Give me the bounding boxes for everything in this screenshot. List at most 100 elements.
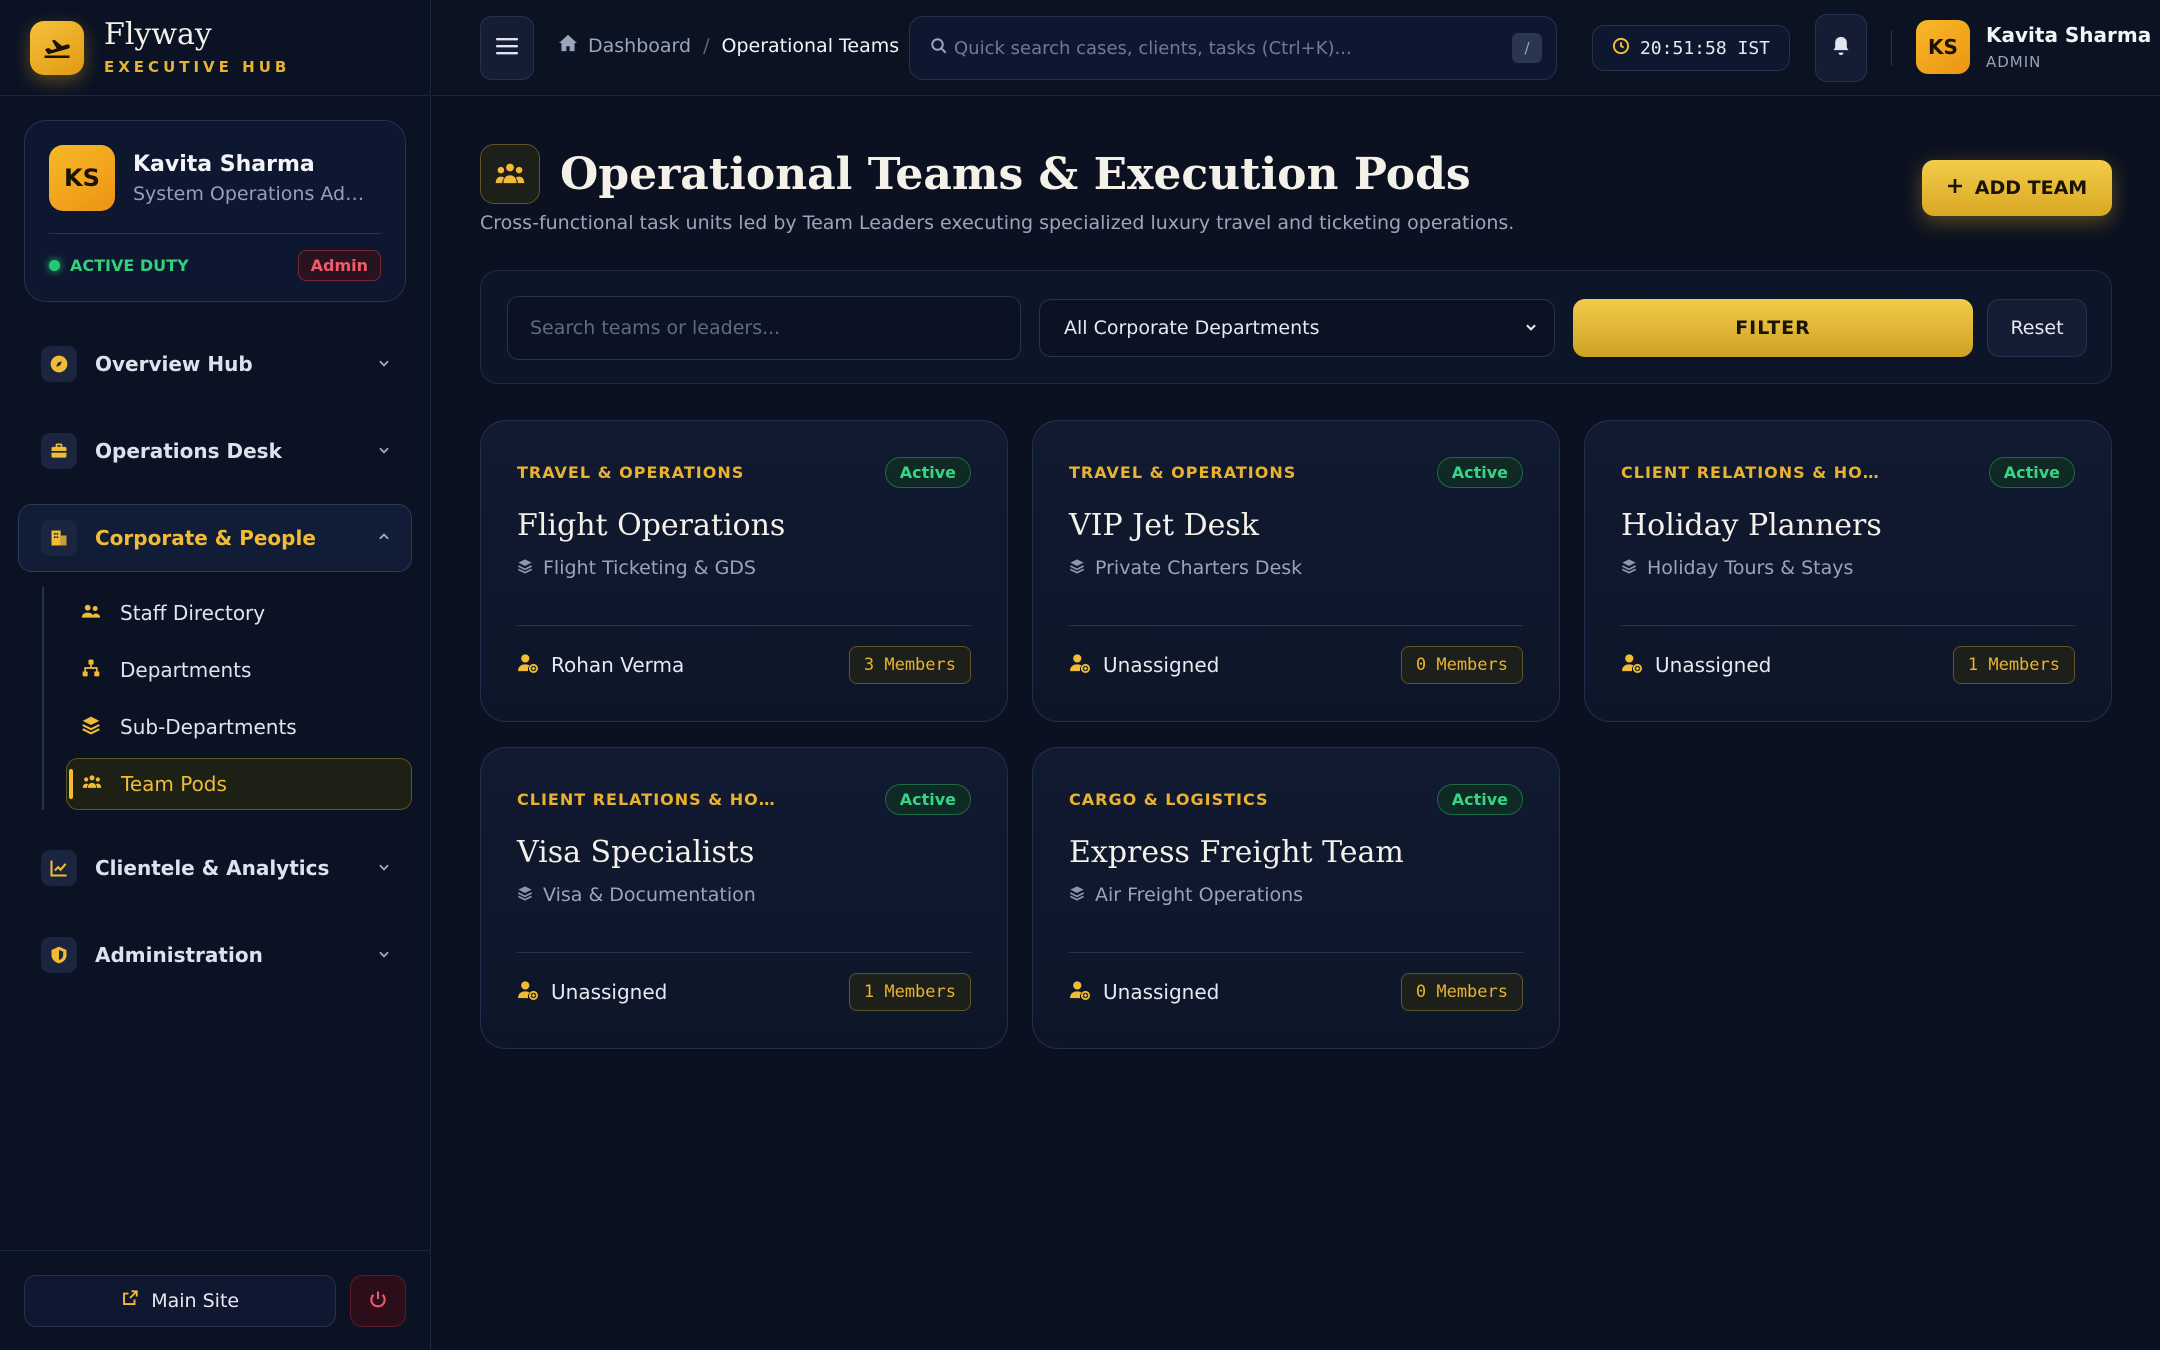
menu-toggle-button[interactable] xyxy=(480,16,534,80)
layers-icon xyxy=(517,557,533,579)
page-header: Operational Teams & Execution Pods Cross… xyxy=(480,144,1514,234)
team-leader-icon xyxy=(517,653,539,678)
sidebar-item-staff-directory[interactable]: Staff Directory xyxy=(44,587,412,639)
team-name: Express Freight Team xyxy=(1069,835,1404,870)
users-icon xyxy=(80,601,102,626)
team-card[interactable]: CLIENT RELATIONS & HOLIDAYS Active Holid… xyxy=(1584,420,2112,722)
team-card[interactable]: TRAVEL & OPERATIONS Active Flight Operat… xyxy=(480,420,1008,722)
team-leader-icon xyxy=(517,980,539,1005)
status-dot-icon xyxy=(49,260,60,271)
team-leader: Unassigned xyxy=(1103,980,1220,1004)
status-badge: Active xyxy=(884,784,971,815)
nav-overview-hub[interactable]: Overview Hub xyxy=(18,330,412,398)
sidebar-item-team-pods[interactable]: Team Pods xyxy=(66,758,412,810)
chevron-down-icon xyxy=(377,354,391,375)
team-department: TRAVEL & OPERATIONS xyxy=(1069,463,1297,482)
brand-subtitle: EXECUTIVE HUB xyxy=(104,57,291,76)
team-department: CLIENT RELATIONS & HOLIDAYS xyxy=(517,790,777,809)
sidebar: Flyway EXECUTIVE HUB KS Kavita Sharma Sy… xyxy=(0,0,431,1350)
card-divider xyxy=(517,625,971,626)
sidebar-nav: Overview Hub Operations Desk Corporate &… xyxy=(18,330,412,1008)
user-role: ADMIN xyxy=(1986,53,2042,71)
notifications-button[interactable] xyxy=(1815,14,1867,82)
duty-status: ACTIVE DUTY xyxy=(49,256,189,275)
layers-icon xyxy=(1069,884,1085,906)
page-title: Operational Teams & Execution Pods xyxy=(560,148,1471,200)
chevron-down-icon xyxy=(1524,317,1538,339)
nav-corporate-people[interactable]: Corporate & People xyxy=(18,504,412,572)
nav-label: Corporate & People xyxy=(95,526,316,550)
topbar-divider xyxy=(1891,30,1892,66)
nav-label: Administration xyxy=(95,943,263,967)
member-count-badge: 1 Members xyxy=(1952,646,2075,684)
nav-administration[interactable]: Administration xyxy=(18,921,412,989)
logout-button[interactable] xyxy=(350,1274,406,1327)
team-leader-icon xyxy=(1621,653,1643,678)
team-name: Flight Operations xyxy=(517,508,786,543)
team-leader: Unassigned xyxy=(551,980,668,1004)
home-icon xyxy=(558,34,578,57)
member-count-badge: 0 Members xyxy=(1400,973,1523,1011)
layers-icon xyxy=(1621,557,1637,579)
layers-icon xyxy=(1069,557,1085,579)
team-card[interactable]: CARGO & LOGISTICS Active Express Freight… xyxy=(1032,747,1560,1049)
shield-icon xyxy=(41,937,77,973)
user-menu[interactable]: KS Kavita Sharma ADMIN xyxy=(1916,20,2151,74)
team-search-input[interactable] xyxy=(530,317,990,339)
org-chart-icon xyxy=(80,658,102,683)
member-count-badge: 0 Members xyxy=(1400,646,1523,684)
team-sub-department: Visa & Documentation xyxy=(543,884,756,906)
team-name: Holiday Planners xyxy=(1621,508,1882,543)
building-icon xyxy=(41,520,77,556)
team-department: TRAVEL & OPERATIONS xyxy=(517,463,745,482)
global-search-input[interactable] xyxy=(954,37,1494,59)
breadcrumb: Dashboard / Operational Teams xyxy=(558,34,899,57)
card-divider xyxy=(1069,952,1523,953)
compass-icon xyxy=(41,346,77,382)
power-icon xyxy=(368,1289,388,1313)
reset-button[interactable]: Reset xyxy=(1987,299,2087,357)
nav-operations-desk[interactable]: Operations Desk xyxy=(18,417,412,485)
nav-label: Clientele & Analytics xyxy=(95,856,330,880)
team-department: CARGO & LOGISTICS xyxy=(1069,790,1269,809)
sidebar-footer: Main Site xyxy=(0,1250,430,1350)
team-sub-department: Air Freight Operations xyxy=(1095,884,1304,906)
bell-icon xyxy=(1831,35,1851,61)
brand-name: Flyway xyxy=(104,16,212,52)
plus-icon xyxy=(1947,177,1963,199)
team-sub-department: Holiday Tours & Stays xyxy=(1647,557,1854,579)
department-select[interactable]: All Corporate Departments xyxy=(1039,299,1555,357)
filter-button[interactable]: FILTER xyxy=(1573,299,1973,357)
team-sub-department: Flight Ticketing & GDS xyxy=(543,557,756,579)
main-site-button[interactable]: Main Site xyxy=(24,1274,337,1327)
sidebar-item-departments[interactable]: Departments xyxy=(44,644,412,696)
add-team-label: ADD TEAM xyxy=(1974,177,2088,199)
sidebar-item-label: Staff Directory xyxy=(120,601,266,625)
duty-status-label: ACTIVE DUTY xyxy=(70,256,189,275)
corporate-subnav: Staff Directory Departments Sub-Departme… xyxy=(42,587,412,810)
status-badge: Active xyxy=(1436,457,1523,488)
team-sub-department: Private Charters Desk xyxy=(1095,557,1303,579)
line-chart-icon xyxy=(41,850,77,886)
nav-clientele-analytics[interactable]: Clientele & Analytics xyxy=(18,834,412,902)
sidebar-item-label: Sub-Departments xyxy=(120,715,297,739)
breadcrumb-home[interactable]: Dashboard xyxy=(558,34,691,57)
brand[interactable]: Flyway EXECUTIVE HUB xyxy=(0,0,430,96)
team-leader: Unassigned xyxy=(1655,653,1772,677)
team-card[interactable]: CLIENT RELATIONS & HOLIDAYS Active Visa … xyxy=(480,747,1008,1049)
status-badge: Active xyxy=(1436,784,1523,815)
team-card[interactable]: TRAVEL & OPERATIONS Active VIP Jet Desk … xyxy=(1032,420,1560,722)
profile-role: System Operations Administrator xyxy=(133,182,373,205)
briefcase-icon xyxy=(41,433,77,469)
team-name: Visa Specialists xyxy=(517,835,755,870)
sidebar-item-sub-departments[interactable]: Sub-Departments xyxy=(44,701,412,753)
global-search[interactable]: / xyxy=(909,16,1557,80)
card-divider xyxy=(517,952,971,953)
status-badge: Active xyxy=(884,457,971,488)
team-leader-icon xyxy=(1069,980,1091,1005)
member-count-badge: 3 Members xyxy=(848,646,971,684)
role-badge: Admin xyxy=(297,250,381,281)
add-team-button[interactable]: ADD TEAM xyxy=(1922,160,2112,216)
nav-label: Overview Hub xyxy=(95,352,253,376)
team-search-field[interactable] xyxy=(507,296,1021,360)
